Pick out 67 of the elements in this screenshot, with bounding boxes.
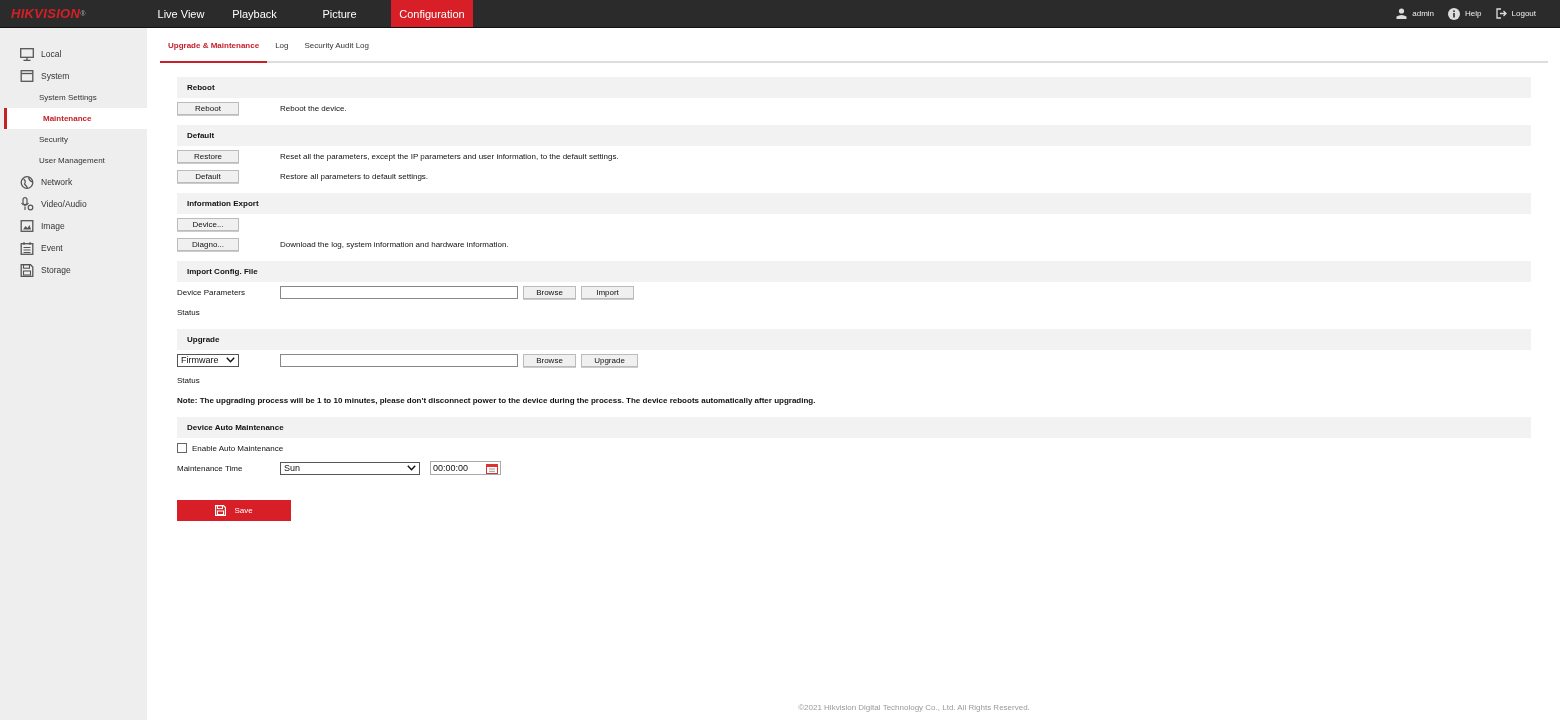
action-button[interactable]: Default <box>177 169 239 183</box>
description-text: Reboot the device. <box>280 103 347 113</box>
caret-icon <box>407 465 416 471</box>
section-title: Information Export <box>187 199 259 208</box>
tab[interactable]: Log <box>267 30 297 63</box>
sidebar-item[interactable]: Local <box>0 43 147 65</box>
nav-tab[interactable]: Playback <box>212 0 297 27</box>
user-link[interactable]: admin <box>1412 9 1435 18</box>
logout-link[interactable]: Logout <box>1511 9 1536 18</box>
description-text: Reset all the parameters, except the IP parameters and user information, to the default settings. <box>280 151 619 161</box>
browse-button[interactable]: Browse <box>523 353 576 367</box>
description-text: Download the log, system information and hardware information. <box>280 239 509 249</box>
nav-tab[interactable]: Configuration <box>391 0 473 27</box>
checkbox[interactable] <box>177 443 187 453</box>
browse-button[interactable]: Browse <box>523 285 576 299</box>
globe-icon <box>20 175 34 189</box>
nav-tab[interactable]: Live View <box>150 0 212 27</box>
section-title: Upgrade <box>187 335 220 344</box>
section-title: Reboot <box>187 83 215 92</box>
sidebar-item[interactable]: Image <box>0 215 147 237</box>
copyright-text: ©2021 Hikvision Digital Technology Co., Ltd. All Rights Reserved. <box>797 703 1031 714</box>
section-title: Device Auto Maintenance <box>187 423 284 432</box>
help-link[interactable]: Help <box>1465 9 1482 18</box>
sidebar-item[interactable]: Storage <box>0 259 147 281</box>
sidebar-item[interactable]: Event <box>0 237 147 259</box>
sidebar-subitem[interactable]: Maintenance <box>4 108 147 129</box>
description-text: Restore all parameters to default settings. <box>280 171 429 181</box>
note-text: Note: The upgrading process will be 1 to 10 minutes, please don't disconnect power to the device during the process. The device reboots automatically after upgrading. <box>177 395 816 405</box>
section-title: Import Config. File <box>187 267 258 276</box>
time-field[interactable]: 00:00:00 <box>430 461 501 475</box>
sidebar-item[interactable]: Network <box>0 171 147 193</box>
upgrade-button[interactable]: Upgrade <box>581 353 638 367</box>
image-icon <box>20 220 34 232</box>
monitor-icon <box>20 47 34 61</box>
user-icon <box>1396 8 1408 19</box>
type-dropdown[interactable]: Firmware <box>177 353 239 367</box>
save-button[interactable]: Save <box>177 500 291 521</box>
file-path-field[interactable] <box>280 353 518 367</box>
action-button[interactable]: Diagno... <box>177 237 239 251</box>
sidebar-subitem[interactable]: System Settings <box>0 87 147 108</box>
tab[interactable]: Upgrade & Maintenance <box>160 30 268 63</box>
tab[interactable]: Security Audit Log <box>296 30 377 63</box>
calendar-icon <box>20 241 34 255</box>
section-title: Default <box>187 131 215 140</box>
status-label: Status <box>177 375 201 385</box>
day-dropdown[interactable]: Sun <box>280 461 420 475</box>
file-path-field[interactable] <box>280 285 518 299</box>
microphone-icon <box>20 197 34 211</box>
import-button[interactable]: Import <box>581 285 634 299</box>
nav-tab[interactable]: Picture <box>297 0 382 27</box>
field-label: Maintenance Time <box>177 463 244 473</box>
info-icon <box>1448 7 1461 20</box>
action-button[interactable]: Reboot <box>177 101 239 115</box>
field-label: Device Parameters <box>177 287 247 297</box>
calendar-icon <box>486 462 498 474</box>
sidebar-subitem[interactable]: User Management <box>0 150 147 171</box>
sidebar-item[interactable]: System <box>0 65 147 87</box>
status-label: Status <box>177 307 201 317</box>
action-button[interactable]: Restore <box>177 149 239 163</box>
sidebar-subitem[interactable]: Security <box>0 129 147 150</box>
checkbox-label: Enable Auto Maintenance <box>192 443 284 453</box>
logout-icon <box>1495 8 1507 19</box>
sidebar-item[interactable]: Video/Audio <box>0 193 147 215</box>
action-button[interactable]: Device... <box>177 217 239 231</box>
logo: HIKVISION$^{®}$ <box>10 5 87 23</box>
window-icon <box>20 70 34 82</box>
caret-icon <box>226 357 235 363</box>
